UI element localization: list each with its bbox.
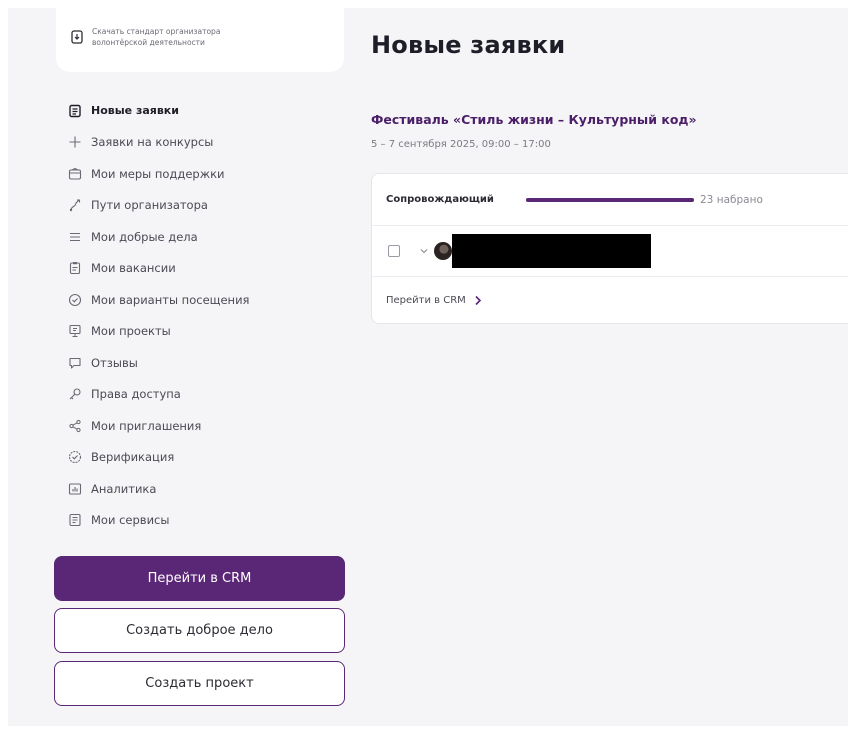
sidebar-item-label: Мои вакансии	[91, 261, 176, 276]
sidebar-item-reviews[interactable]: Отзывы	[68, 347, 338, 379]
role-header: Сопровождающий 23 набрано	[372, 174, 848, 226]
sidebar-item-visit-options[interactable]: Мои варианты посещения	[68, 284, 338, 316]
verified-icon	[68, 451, 82, 464]
sidebar-item-label: Мои приглашения	[91, 418, 202, 433]
sidebar-item-contest-requests[interactable]: Заявки на конкурсы	[68, 127, 338, 159]
event-requests-card: Сопровождающий 23 набрано Перейти в CRM	[371, 173, 848, 324]
sidebar-item-good-deeds[interactable]: Мои добрые дела	[68, 221, 338, 253]
sidebar-item-label: Верификация	[91, 450, 175, 465]
crm-link-label: Перейти в CRM	[386, 295, 466, 306]
list-icon	[70, 232, 80, 241]
sidebar-item-label: Пути организатора	[91, 198, 208, 213]
role-name: Сопровождающий	[386, 194, 494, 205]
event-title[interactable]: Фестиваль «Стиль жизни – Культурный код»	[371, 112, 697, 127]
sidebar-item-vacancies[interactable]: Мои вакансии	[68, 253, 338, 285]
sidebar-item-label: Заявки на конкурсы	[91, 135, 214, 150]
sidebar-item-label: Новые заявки	[91, 104, 179, 118]
go-to-crm-link[interactable]: Перейти в CRM	[372, 277, 848, 324]
clipboard-icon	[69, 262, 81, 275]
chevron-right-icon	[475, 295, 481, 306]
chevron-down-icon[interactable]	[420, 247, 428, 255]
sidebar-item-label: Мои добрые дела	[91, 229, 198, 244]
sidebar-nav: Новые заявки Заявки на конкурсы Мои меры…	[68, 95, 338, 536]
presentation-icon	[69, 325, 81, 338]
sidebar-item-access-rights[interactable]: Права доступа	[68, 379, 338, 411]
sidebar-item-projects[interactable]: Мои проекты	[68, 316, 338, 348]
page-title: Новые заявки	[371, 31, 566, 59]
sidebar-item-label: Отзывы	[91, 355, 138, 370]
sidebar-item-label: Права доступа	[91, 387, 181, 402]
route-icon	[69, 199, 81, 212]
sidebar-item-services[interactable]: Мои сервисы	[68, 505, 338, 537]
download-standard-card[interactable]: Скачать стандарт организатора волонтёрск…	[56, 8, 344, 72]
sidebar-item-label: Аналитика	[91, 481, 157, 496]
sidebar-item-support-measures[interactable]: Мои меры поддержки	[68, 158, 338, 190]
sidebar-item-label: Мои сервисы	[91, 513, 170, 528]
recruitment-progress-bar	[526, 197, 694, 202]
sidebar-item-label: Мои проекты	[91, 324, 171, 339]
sidebar-item-analytics[interactable]: Аналитика	[68, 473, 338, 505]
download-document-icon	[71, 30, 83, 44]
recruited-count: 23 набрано	[700, 193, 763, 206]
sidebar-item-invitations[interactable]: Мои приглашения	[68, 410, 338, 442]
create-project-button[interactable]: Создать проект	[54, 661, 345, 706]
share-icon	[69, 419, 81, 432]
services-icon	[69, 514, 81, 527]
sidebar-item-organizer-paths[interactable]: Пути организатора	[68, 190, 338, 222]
avatar	[434, 242, 452, 260]
document-icon	[69, 104, 81, 117]
wallet-icon	[68, 167, 82, 180]
redacted-applicant-name	[452, 234, 651, 268]
sidebar-item-verification[interactable]: Верификация	[68, 442, 338, 474]
go-to-crm-button[interactable]: Перейти в CRM	[54, 556, 345, 601]
check-circle-icon	[68, 293, 82, 306]
event-date: 5 – 7 сентября 2025, 09:00 – 17:00	[371, 139, 551, 150]
recruitment-progress-fill	[526, 197, 694, 202]
key-icon	[69, 388, 81, 400]
chart-icon	[68, 483, 82, 495]
chat-icon	[69, 357, 81, 369]
plus-icon	[69, 136, 81, 148]
sidebar-item-new-requests[interactable]: Новые заявки	[68, 95, 338, 127]
sidebar-item-label: Мои меры поддержки	[91, 166, 225, 181]
create-good-deed-button[interactable]: Создать доброе дело	[54, 608, 345, 653]
download-standard-text: Скачать стандарт организатора волонтёрск…	[92, 27, 221, 47]
applicant-row	[372, 226, 848, 277]
applicant-checkbox[interactable]	[388, 245, 400, 257]
sidebar-item-label: Мои варианты посещения	[91, 292, 250, 307]
